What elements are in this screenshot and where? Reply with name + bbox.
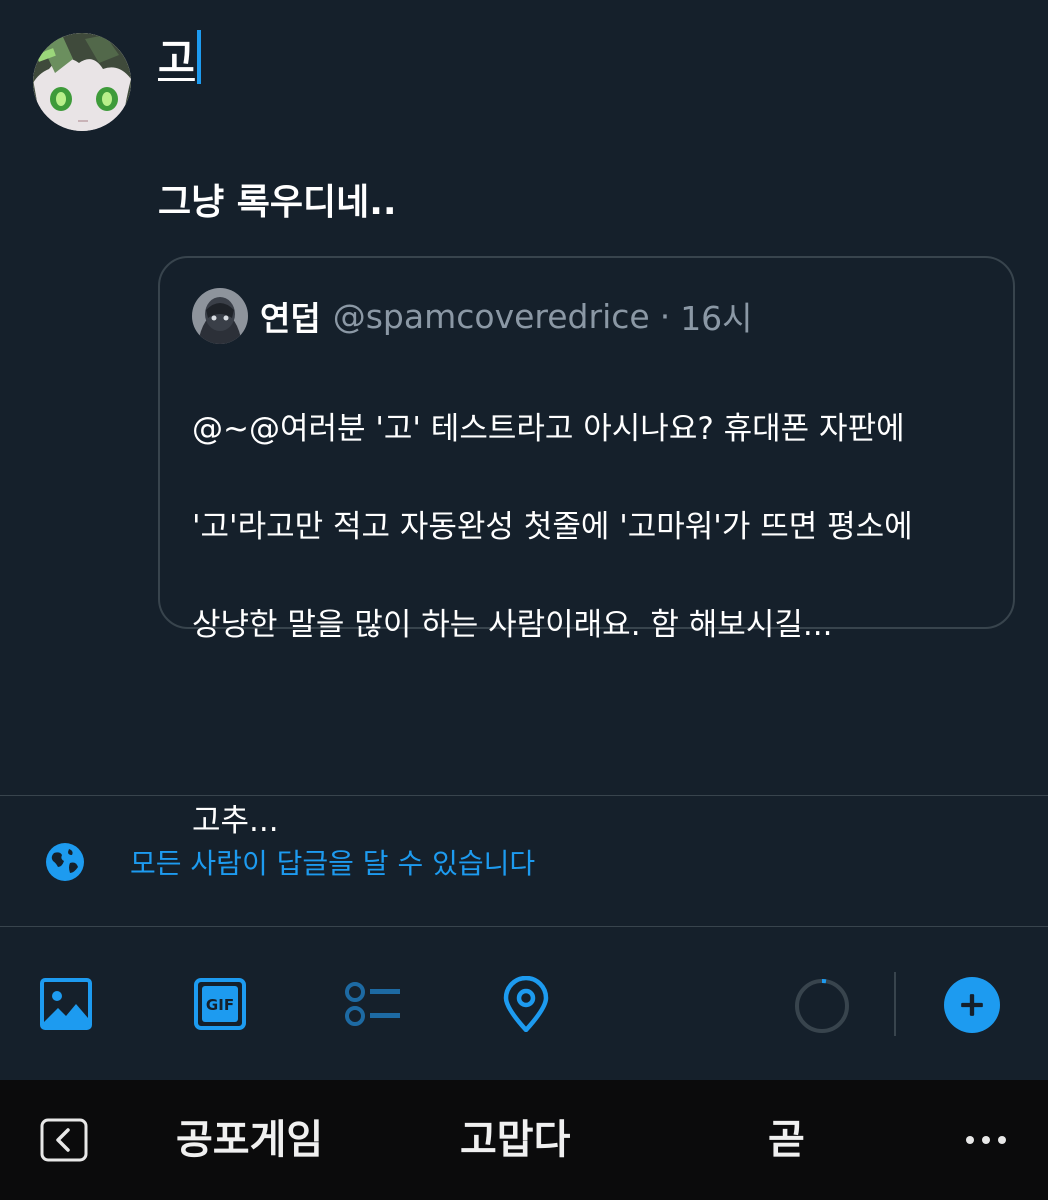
text-caret [196,30,201,84]
plus-icon [961,994,983,1016]
comment-text: 그냥 록우디네.. [158,182,397,223]
quoted-tweet-header: 연덥 @spamcoveredrice · 16시 [192,288,753,344]
chevron-left-icon [40,1118,88,1162]
image-icon [40,978,92,1030]
quoted-body-line: @~@여러분 '고' 테스트라고 아시나요? 휴대폰 자판에 [192,411,905,447]
quoted-body-line: 상냥한 말을 많이 하는 사람이래요. 함 해보시길... [192,607,833,643]
poll-button[interactable] [344,976,400,1032]
add-post-button[interactable] [944,977,1000,1033]
gif-button[interactable]: GIF [192,976,248,1032]
quoted-display-name: 연덥 [260,299,321,338]
typed-text: 고 [158,36,195,82]
toolbar-separator [894,972,896,1036]
compose-input[interactable]: 고 [158,30,201,88]
poll-icon [345,982,400,1026]
quoted-tweet-body: @~@여러분 '고' 테스트라고 아시나요? 휴대폰 자판에 '고'라고만 적고… [192,356,992,895]
keyboard-more-button[interactable] [962,1124,1010,1156]
user-avatar[interactable] [33,33,131,131]
gif-icon: GIF [194,978,246,1030]
character-count-ring [794,978,850,1034]
suggestion-1[interactable]: 공포게임 [176,1110,323,1170]
more-dots-icon [966,1136,1006,1144]
quoted-timestamp: 16시 [680,299,753,338]
divider [0,926,1048,927]
divider [0,795,1048,796]
location-icon [503,975,549,1033]
image-button[interactable] [38,976,94,1032]
reply-setting-button[interactable]: 모든 사람이 답글을 달 수 있습니다 [44,838,535,886]
gif-label: GIF [206,996,234,1014]
keyboard-back-button[interactable] [40,1118,88,1162]
suggestion-3[interactable]: 곧 [768,1110,805,1170]
location-button[interactable] [498,975,554,1033]
globe-icon [46,843,84,881]
suggestion-2[interactable]: 고맙다 [460,1110,570,1170]
quoted-handle: @spamcoveredrice [332,296,650,336]
quoted-body-line: '고'라고만 적고 자동완성 첫줄에 '고마워'가 뜨면 평소에 [192,509,913,545]
compose-screen: 고 그냥 록우디네.. 연덥 @spamcoveredrice · 16시 @~… [0,0,1048,1200]
dot-separator: · [659,296,671,336]
quoted-tweet[interactable]: 연덥 @spamcoveredrice · 16시 @~@여러분 '고' 테스트… [158,256,1015,839]
quoted-avatar [192,288,248,344]
reply-setting-label: 모든 사람이 답글을 달 수 있습니다 [130,847,536,880]
